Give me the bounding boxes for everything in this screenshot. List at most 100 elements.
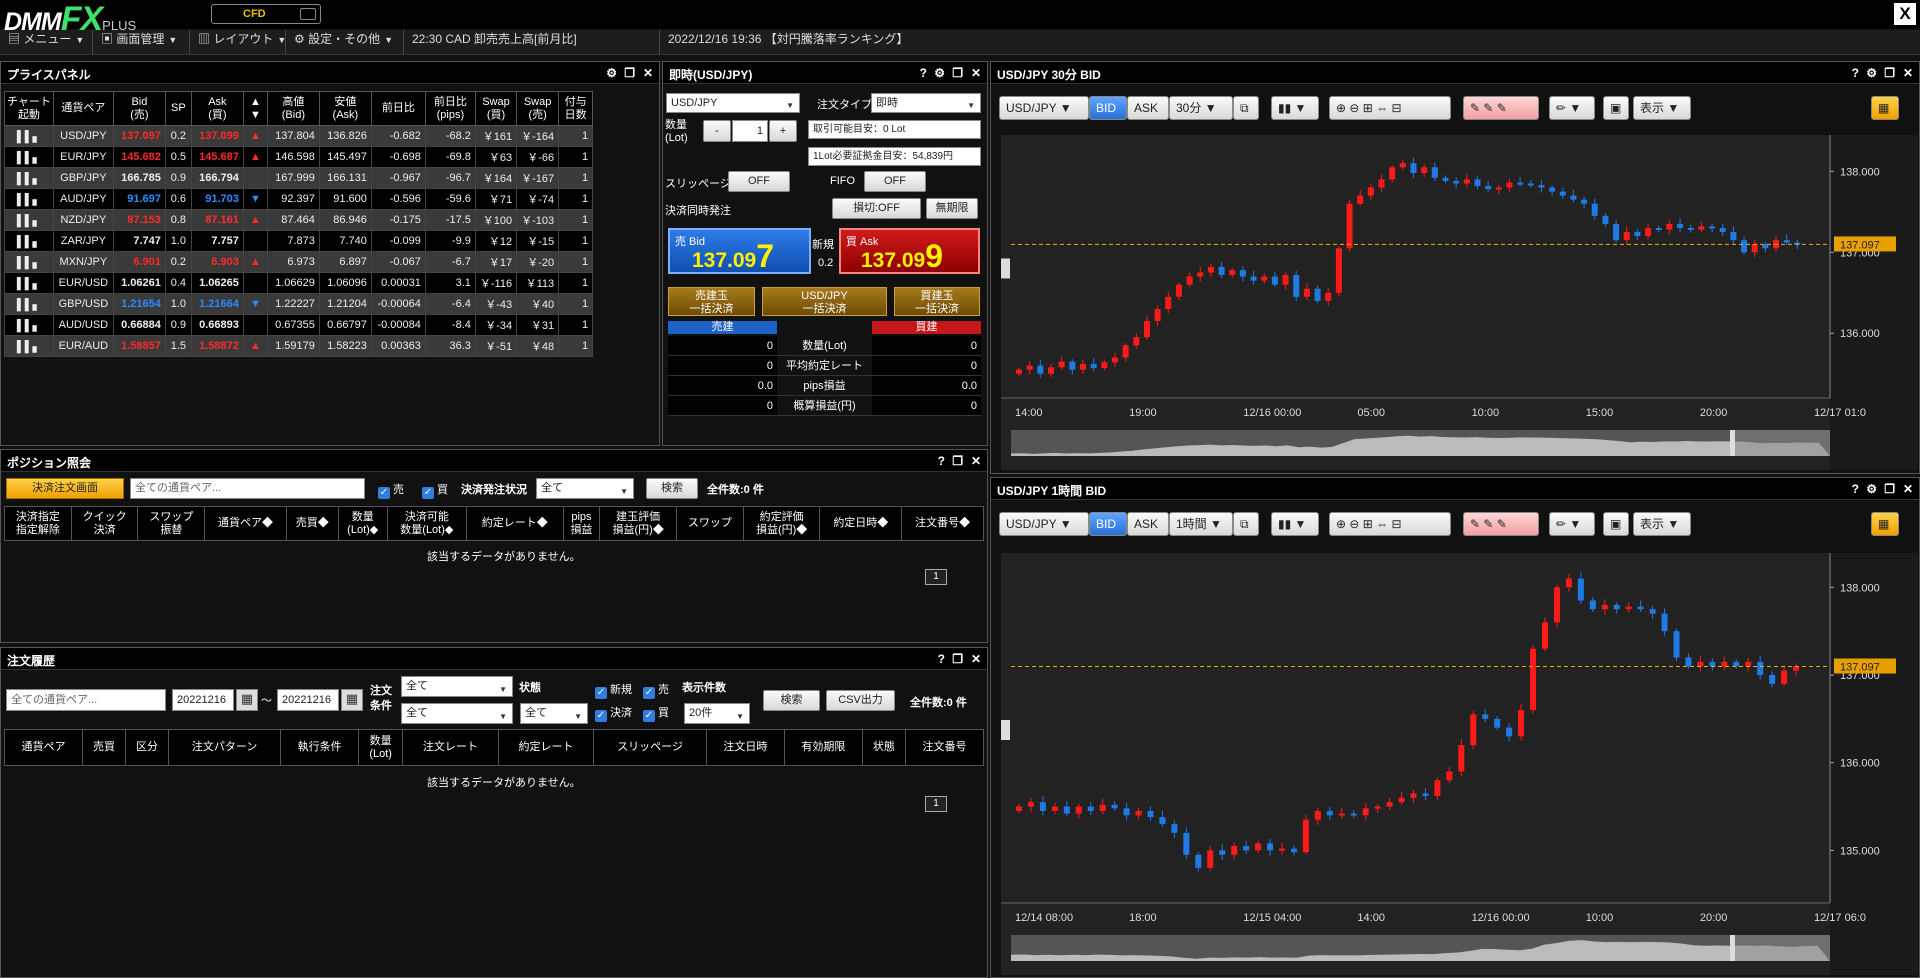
chart-settings-icon[interactable]: ▦ [1871,512,1899,536]
date-from-input[interactable]: 20221216 [172,689,234,711]
menu-button[interactable]: ▤ メニュー ▼ [0,30,93,55]
chart-launch-icon[interactable]: ▌▌▖ [4,167,54,189]
qty-input[interactable]: 1 [732,120,768,142]
chart-launch-icon[interactable]: ▌▌▖ [4,272,54,294]
price-row[interactable]: ▌▌▖ AUD/JPY 91.697 0.6 91.703 ▼ 92.397 91.600 -0… [4,188,594,210]
window-icon[interactable]: ❐ [1884,482,1895,496]
price-column-header[interactable]: チャート 起動 [4,91,54,126]
buy-checkbox[interactable]: ✓ 買 [422,481,448,499]
column-header[interactable]: 決済指定 指定解除 [4,506,72,541]
column-header[interactable]: 注文パターン [167,729,282,766]
zoom-tools[interactable]: ⊕ ⊖ ⊞ ⇔ ⊟ [1329,512,1451,536]
candlestick-chart-1hour[interactable]: 138.000137.000136.000135.000137.09712/14… [1001,553,1918,975]
drawing-pen-icon[interactable]: ✏ ▼ [1549,96,1595,120]
new-checkbox[interactable]: ✓ 新規 [595,681,632,699]
state-select[interactable]: 全て [520,703,588,724]
column-header[interactable]: 通貨ペア◆ [204,506,287,541]
close-icon[interactable]: ✕ [1903,66,1913,80]
expiry-select[interactable]: 無期限 [926,198,978,219]
help-icon[interactable]: ? [938,454,945,468]
price-column-header[interactable]: 付与 日数 [558,91,594,126]
loss-cut-toggle[interactable]: 損切:OFF [832,198,921,219]
chart-launch-icon[interactable]: ▌▌▖ [4,209,54,231]
column-header[interactable]: 数量 (Lot) [358,729,404,766]
csv-export-button[interactable]: CSV出力 [826,690,895,711]
bid-toggle[interactable]: BID [1089,96,1127,120]
help-icon[interactable]: ? [920,66,927,80]
order-pair-select[interactable]: USD/JPY [666,93,800,113]
column-header[interactable]: 注文日時 [705,729,785,766]
price-column-header[interactable]: Swap (売) [516,91,560,126]
help-icon[interactable]: ? [938,652,945,666]
calendar-icon[interactable]: ▦ [236,689,258,711]
price-column-header[interactable]: ▲ ▼ [242,91,268,126]
column-header[interactable]: 区分 [125,729,169,766]
buy-ask-button[interactable]: 買 Ask 137.099 [839,228,980,274]
trend-tools[interactable]: ✎ ✎ ✎ [1463,96,1539,120]
history-pair-input[interactable]: 全ての通貨ペア... [6,689,166,711]
ask-toggle[interactable]: ASK [1127,512,1169,536]
column-header[interactable]: 建玉評価 損益(円)◆ [599,506,678,541]
qty-plus-button[interactable]: + [769,120,797,142]
position-search-button[interactable]: 検索 [646,478,698,499]
column-header[interactable]: 通貨ペア [3,729,84,766]
window-icon[interactable]: ❐ [624,66,635,80]
chart-pair-select[interactable]: USD/JPY ▼ [999,96,1089,120]
chart-launch-icon[interactable]: ▌▌▖ [4,188,54,210]
close-icon[interactable]: ✕ [971,454,981,468]
chart-launch-icon[interactable]: ▌▌▖ [4,146,54,168]
gear-icon[interactable]: ⚙ [1866,66,1877,80]
column-header[interactable]: 注文レート [402,729,499,766]
calendar-icon[interactable]: ▦ [341,689,363,711]
chart-launch-icon[interactable]: ▌▌▖ [4,230,54,252]
news-ticker-1[interactable]: 22:30 CAD 卸売売上高[前月比] [404,30,660,55]
close-window-button[interactable]: X [1894,3,1916,25]
chart-launch-icon[interactable]: ▌▌▖ [4,314,54,336]
settle-checkbox[interactable]: ✓ 決済 [595,704,632,722]
column-header[interactable]: pips 損益 [562,506,601,541]
price-row[interactable]: ▌▌▖ GBP/JPY 166.785 0.9 166.794 167.999 166.13… [4,167,594,189]
column-header[interactable]: 売買◆ [285,506,339,541]
column-header[interactable]: 約定レート◆ [465,506,564,541]
column-header[interactable]: 約定評価 損益(円)◆ [742,506,821,541]
column-header[interactable]: 注文番号 [904,729,985,766]
candlestick-chart-30min[interactable]: 138.000137.000136.000137.09714:00 19:00 12… [1001,135,1918,470]
settings-button[interactable]: ⚙ 設定・その他 ▼ [286,30,404,55]
column-header[interactable]: 売買 [82,729,126,766]
window-icon[interactable]: ❐ [952,66,963,80]
chart-launch-icon[interactable]: ▌▌▖ [4,293,54,315]
position-page-button[interactable]: 1 [925,569,947,585]
help-icon[interactable]: ? [1852,482,1859,496]
column-header[interactable]: 執行条件 [280,729,360,766]
pair-all-settle-button[interactable]: USD/JPY 一括決済 [762,287,887,316]
trend-tools[interactable]: ✎ ✎ ✎ [1463,512,1539,536]
price-row[interactable]: ▌▌▖ MXN/JPY 6.901 0.2 6.903 ▲ 6.973 6.897 -0.067… [4,251,594,273]
column-header[interactable]: 約定日時◆ [819,506,903,541]
price-column-header[interactable]: 通貨ペア [52,91,114,126]
window-icon[interactable]: ❐ [952,454,963,468]
indicator-icon[interactable]: ▣ [1603,512,1629,536]
buy-checkbox[interactable]: ✓ 買 [643,704,669,722]
buy-all-settle-button[interactable]: 買建玉 一括決済 [894,287,980,316]
order-type-select[interactable]: 即時 [871,93,981,113]
column-header[interactable]: スワップ [676,506,744,541]
gear-icon[interactable]: ⚙ [1866,482,1877,496]
close-icon[interactable]: ✕ [971,652,981,666]
chart-type-icon[interactable]: ▮▮ ▼ [1271,512,1319,536]
copy-chart-icon[interactable]: ⧉ [1233,96,1259,120]
screen-manage-button[interactable]: ▣ 画面管理 ▼ [93,30,190,55]
column-header[interactable]: 数量 (Lot)◆ [337,506,388,541]
chart-settings-icon[interactable]: ▦ [1871,96,1899,120]
column-header[interactable]: スワップ 振替 [137,506,206,541]
close-icon[interactable]: ✕ [971,66,981,80]
chart-launch-icon[interactable]: ▌▌▖ [4,335,54,357]
ask-toggle[interactable]: ASK [1127,96,1169,120]
interval-select[interactable]: 1時間 ▼ [1169,512,1233,536]
column-header[interactable]: スリッページ [593,729,707,766]
price-column-header[interactable]: Swap (買) [474,91,518,126]
chart-type-icon[interactable]: ▮▮ ▼ [1271,96,1319,120]
position-pair-input[interactable]: 全ての通貨ペア... [130,478,365,499]
gear-icon[interactable]: ⚙ [934,66,945,80]
price-row[interactable]: ▌▌▖ ZAR/JPY 7.747 1.0 7.757 7.873 7.740 -0.099-… [4,230,594,252]
order-condition-select-2[interactable]: 全て [401,703,513,724]
